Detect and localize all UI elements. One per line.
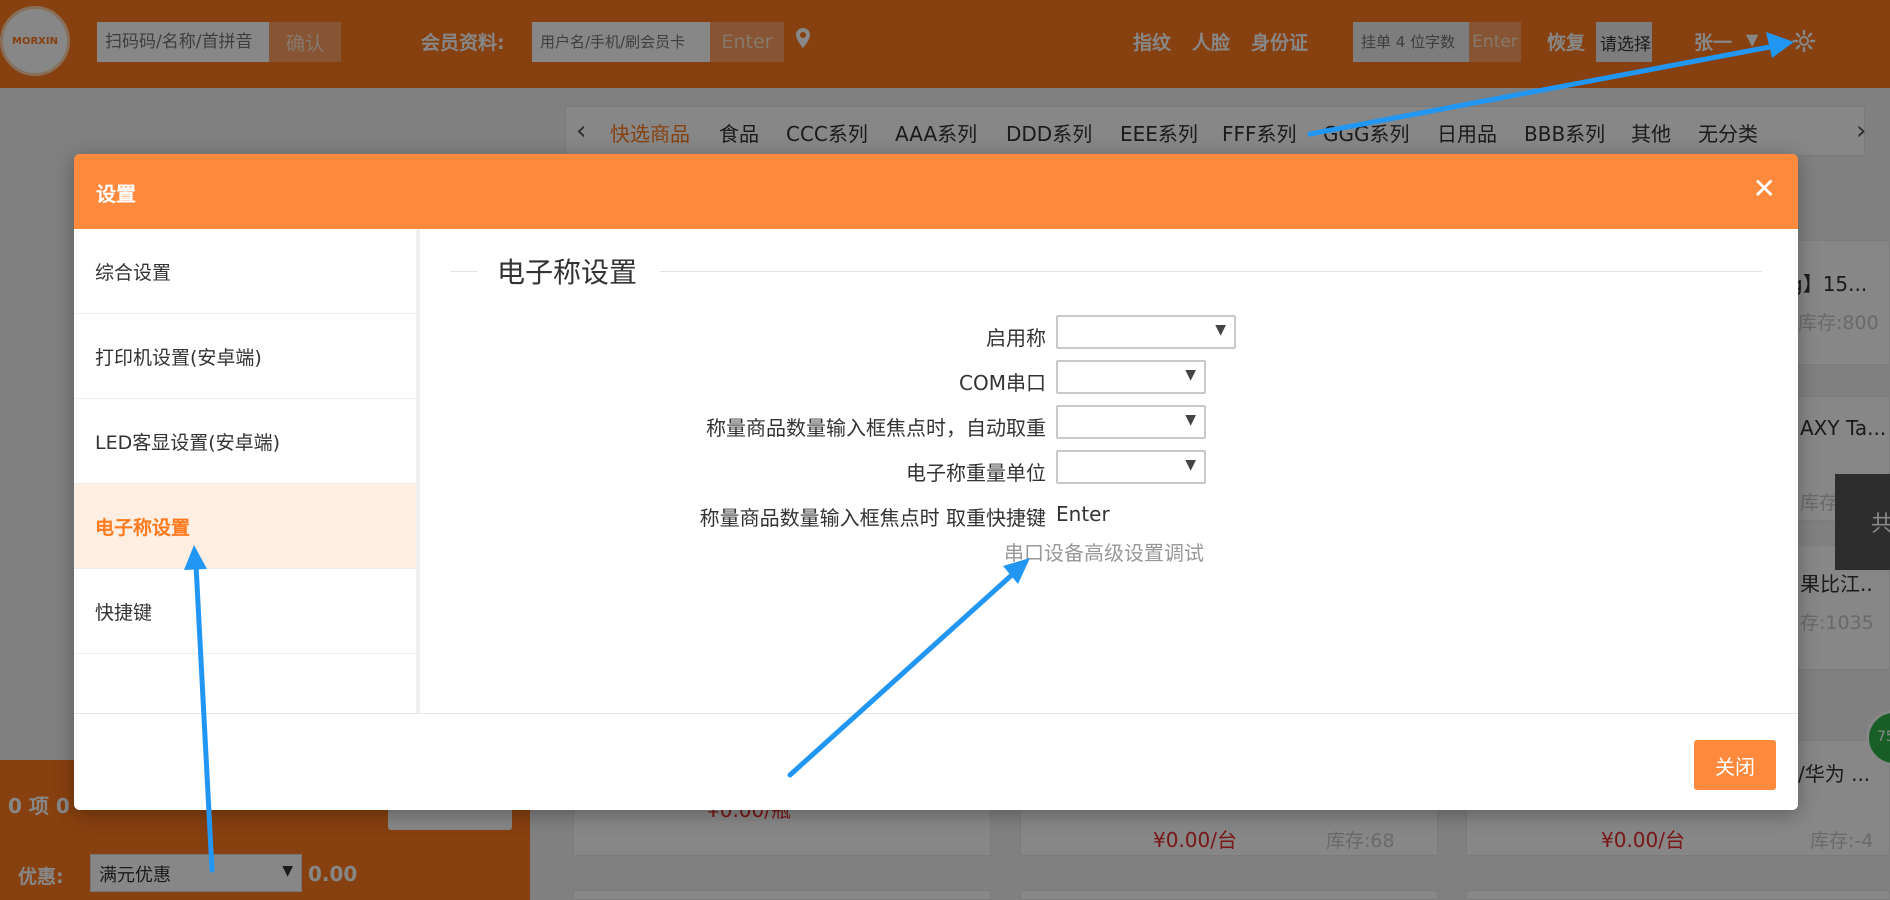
close-icon[interactable]: ✕ <box>1753 172 1776 205</box>
weight-unit-select[interactable]: ▼ <box>1056 450 1206 484</box>
sidebar-item-shortcuts[interactable]: 快捷键 <box>74 569 416 654</box>
chevron-down-icon: ▼ <box>1185 412 1196 428</box>
settings-modal: 设置 ✕ 综合设置 打印机设置(安卓端) LED客显设置(安卓端) 电子称设置 … <box>74 154 1798 810</box>
section-divider <box>660 271 1762 272</box>
close-button[interactable]: 关闭 <box>1694 740 1776 790</box>
section-title: 电子称设置 <box>497 256 638 289</box>
modal-header: 设置 ✕ <box>74 154 1798 229</box>
auto-weigh-label: 称量商品数量输入框焦点时，自动取重 <box>706 416 1046 440</box>
com-port-select[interactable]: ▼ <box>1056 360 1206 394</box>
chevron-down-icon: ▼ <box>1185 367 1196 383</box>
shortcut-value: Enter <box>1056 502 1110 526</box>
chevron-down-icon: ▼ <box>1185 457 1196 473</box>
sidebar-item-scale[interactable]: 电子称设置 <box>74 484 416 569</box>
sidebar-item-general[interactable]: 综合设置 <box>74 229 416 314</box>
sidebar-item-led-display[interactable]: LED客显设置(安卓端) <box>74 399 416 484</box>
modal-title: 设置 <box>96 182 136 206</box>
enable-scale-select[interactable]: ▼ <box>1056 315 1236 349</box>
weight-unit-label: 电子称重量单位 <box>906 461 1046 485</box>
modal-footer: 关闭 <box>74 713 1798 810</box>
settings-content: 电子称设置 启用称 ▼ COM串口 ▼ 称量商品数量输入框焦点时，自动取重 ▼ … <box>420 229 1798 713</box>
section-divider <box>450 271 478 272</box>
sidebar-item-printer[interactable]: 打印机设置(安卓端) <box>74 314 416 399</box>
com-port-label: COM串口 <box>959 371 1046 395</box>
shortcut-label: 称量商品数量输入框焦点时 取重快捷键 <box>699 506 1046 530</box>
enable-scale-label: 启用称 <box>986 326 1046 350</box>
advanced-serial-settings-link[interactable]: 串口设备高级设置调试 <box>1004 537 1204 566</box>
chevron-down-icon: ▼ <box>1215 322 1226 338</box>
settings-sidebar: 综合设置 打印机设置(安卓端) LED客显设置(安卓端) 电子称设置 快捷键 <box>74 229 420 713</box>
auto-weigh-select[interactable]: ▼ <box>1056 405 1206 439</box>
